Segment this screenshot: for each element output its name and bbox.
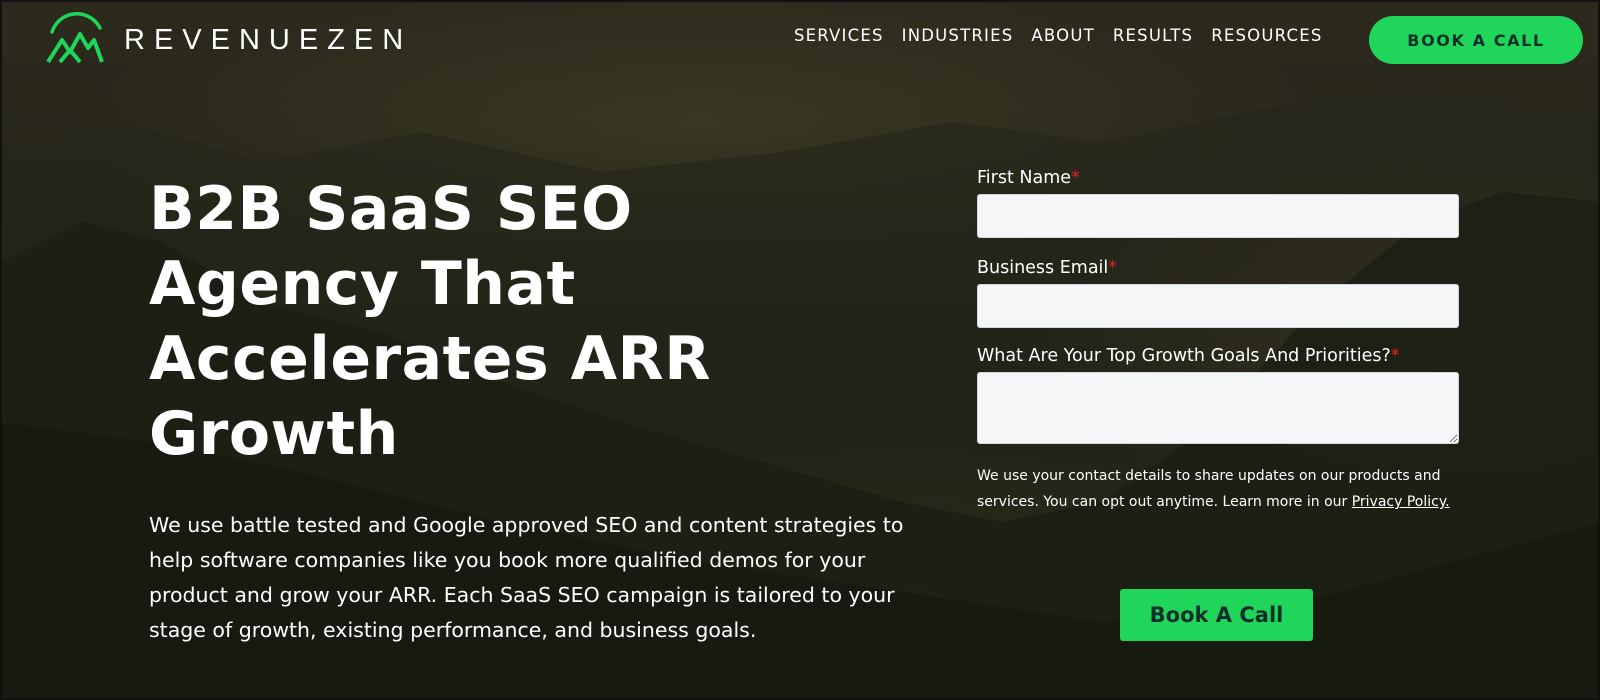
first-name-label: First Name*	[977, 166, 1459, 190]
hero-description: We use battle tested and Google approved…	[149, 513, 904, 642]
book-a-call-nav-button[interactable]: BOOK A CALL	[1369, 16, 1583, 64]
nav-item-resources[interactable]: RESOURCES	[1211, 26, 1322, 45]
mountain-logo-icon	[46, 12, 104, 64]
business-email-group: Business Email*	[977, 256, 1459, 328]
privacy-policy-link[interactable]: Privacy Policy.	[1352, 494, 1450, 510]
growth-goals-textarea[interactable]	[977, 372, 1459, 444]
first-name-group: First Name*	[977, 166, 1459, 238]
nav-item-industries[interactable]: INDUSTRIES	[902, 26, 1014, 45]
main-nav: SERVICES INDUSTRIES ABOUT RESULTS RESOUR…	[794, 26, 1323, 45]
book-a-call-submit-button[interactable]: Book A Call	[1120, 589, 1313, 641]
first-name-label-text: First Name	[977, 168, 1072, 188]
nav-item-results[interactable]: RESULTS	[1113, 26, 1193, 45]
hero-title: B2B SaaS SEO Agency That Accelerates ARR…	[149, 174, 711, 469]
first-name-input[interactable]	[977, 194, 1459, 238]
page: REVENUEZEN SERVICES INDUSTRIES ABOUT RES…	[0, 0, 1600, 700]
growth-goals-label-text: What Are Your Top Growth Goals And Prior…	[977, 346, 1391, 366]
brand-logo[interactable]: REVENUEZEN	[42, 10, 412, 70]
required-asterisk: *	[1390, 346, 1400, 366]
business-email-label-text: Business Email	[977, 258, 1109, 278]
brand-name: REVENUEZEN	[124, 23, 413, 56]
required-asterisk: *	[1071, 168, 1080, 188]
growth-goals-label: What Are Your Top Growth Goals And Prior…	[977, 344, 1459, 368]
nav-item-about[interactable]: ABOUT	[1031, 26, 1094, 45]
privacy-notice: We use your contact details to share upd…	[977, 463, 1459, 515]
nav-item-services[interactable]: SERVICES	[794, 26, 884, 45]
business-email-input[interactable]	[977, 284, 1459, 328]
growth-goals-group: What Are Your Top Growth Goals And Prior…	[977, 344, 1459, 444]
business-email-label: Business Email*	[977, 256, 1459, 280]
required-asterisk: *	[1108, 258, 1118, 278]
